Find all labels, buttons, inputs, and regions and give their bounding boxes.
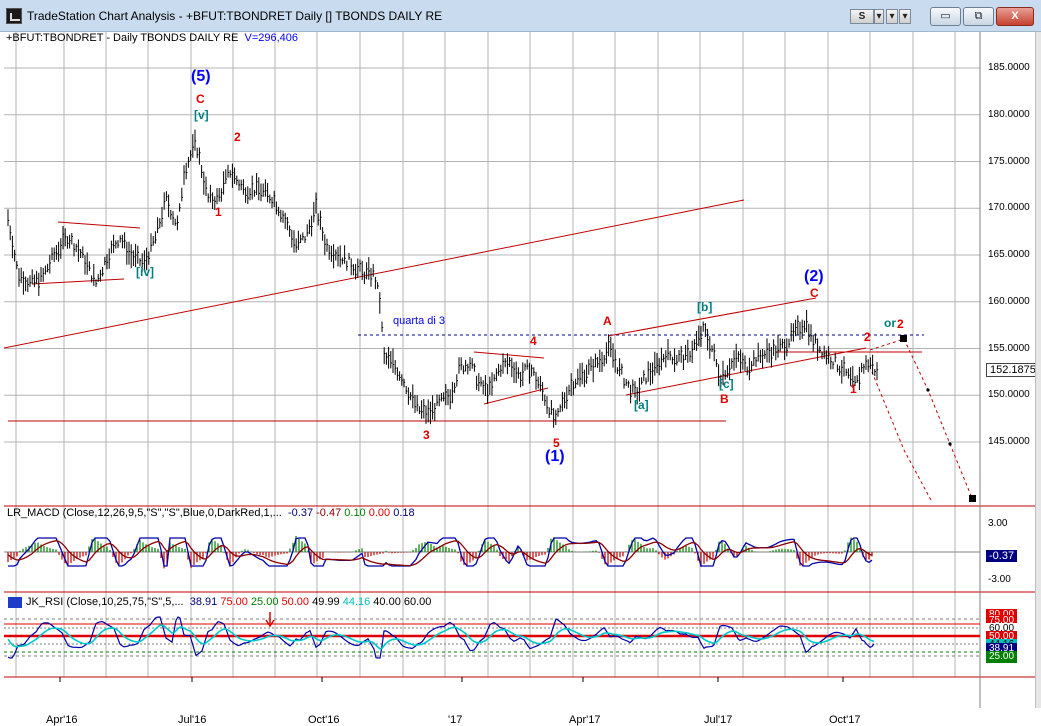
minimize-button[interactable]: ▭ <box>930 7 961 26</box>
price-panel-caption[interactable]: +BFUT:TBONDRET - Daily TBONDS DAILY RE V… <box>6 32 298 44</box>
vertical-scrollbar[interactable] <box>1035 32 1041 708</box>
triangle-upper-line-early[interactable] <box>57 221 141 229</box>
date-axis-label: Oct'17 <box>829 714 861 726</box>
date-axis-label: Oct'16 <box>308 714 340 726</box>
price-axis-tick: 160.0000 <box>988 295 1030 307</box>
rsi-indicator-swatch <box>8 597 22 608</box>
tradestation-app-icon <box>6 8 22 24</box>
indicator-value: 38.91 <box>189 596 221 608</box>
indicator-value: -0.37 <box>287 507 317 519</box>
chart-area[interactable]: +BFUT:TBONDRET - Daily TBONDS DAILY RE V… <box>4 32 1040 726</box>
price-axis-tick: 165.0000 <box>988 249 1030 260</box>
projection-path-lower[interactable] <box>871 371 933 503</box>
price-axis-tick: 155.0000 <box>988 342 1030 354</box>
macd-tick: -3.00 <box>988 574 1011 585</box>
wave-label[interactable]: [iv] <box>136 265 154 279</box>
date-axis-label: '17 <box>448 714 463 726</box>
date-axis-label: Jul'16 <box>178 714 207 726</box>
price-axis-tick: 175.0000 <box>988 155 1030 167</box>
macd-values: -0.37 -0.47 0.10 0.00 0.18 <box>288 507 415 519</box>
indicator-value: 40.00 <box>373 596 404 608</box>
projection-path-upper[interactable] <box>869 338 973 499</box>
indicator-value: 75.00 <box>220 596 251 608</box>
projection-marker-bottom[interactable] <box>969 495 976 502</box>
indicator-value: 44.16 <box>342 596 374 608</box>
indicator-value: 60.00 <box>403 596 432 608</box>
triangle-lower-line-early[interactable] <box>31 278 125 285</box>
rsi-values: 38.91 75.00 25.00 50.00 49.99 44.16 40.0… <box>190 596 432 608</box>
projection-dot <box>926 388 930 392</box>
rsi-panel-caption[interactable]: JK_RSI (Close,10,25,75,"S",5,... 38.91 7… <box>26 596 431 608</box>
wave-label[interactable]: A <box>603 314 612 328</box>
wave-label[interactable]: 1 <box>215 205 222 219</box>
window-titlebar[interactable]: TradeStation Chart Analysis - +BFUT:TBON… <box>0 0 1041 32</box>
wave-label[interactable]: [b] <box>697 300 712 314</box>
wave-label[interactable]: [a] <box>634 398 649 412</box>
channel-lower-line[interactable] <box>625 347 867 396</box>
price-axis-tick: 185.0000 <box>988 62 1030 73</box>
macd-tick: 3.00 <box>988 518 1008 529</box>
price-axis-tick: 145.0000 <box>988 436 1030 447</box>
long-term-trendline[interactable] <box>4 199 745 349</box>
rsi-name: JK_RSI (Close,10,25,75,"S",5,... <box>26 596 184 608</box>
date-axis-label: Apr'17 <box>569 714 601 726</box>
window-title: TradeStation Chart Analysis - +BFUT:TBON… <box>27 9 443 23</box>
rsi-value-badge: 25.00 <box>986 651 1018 663</box>
symbol-link-button[interactable]: S <box>850 9 874 24</box>
wave-label[interactable]: (5) <box>191 68 211 86</box>
symbol-caption: +BFUT:TBONDRET - Daily TBONDS DAILY RE <box>6 32 239 44</box>
wave-label[interactable]: 2 <box>864 330 871 344</box>
chart-options-dropdown-icon[interactable]: ▾ <box>886 9 898 24</box>
wave-label[interactable]: C <box>810 286 819 300</box>
macd-current-badge: -0.37 <box>986 550 1018 562</box>
quarta-di-3-annotation[interactable]: quarta di 3 <box>393 315 445 327</box>
wedge-upper-line[interactable] <box>473 351 545 359</box>
macd-name: LR_MACD (Close,12,26,9,5,"S","S",Blue,0,… <box>7 507 282 519</box>
wave-label[interactable]: [c] <box>719 377 734 391</box>
wave-label[interactable]: (2) <box>804 268 824 286</box>
wave-label[interactable]: B <box>720 392 729 406</box>
restore-button[interactable]: ⧉ <box>963 7 994 26</box>
price-axis-tick: 170.0000 <box>988 202 1030 214</box>
wave-label[interactable]: or <box>884 316 896 330</box>
indicator-value: -0.47 <box>316 507 345 519</box>
wave-label[interactable]: 4 <box>530 334 537 348</box>
wave-label[interactable]: 3 <box>423 428 430 442</box>
price-axis-tick: 150.0000 <box>988 389 1030 401</box>
date-axis-label: Apr'16 <box>46 714 78 726</box>
wave-label[interactable]: [v] <box>194 108 209 122</box>
volume-caption: V=296,406 <box>244 32 299 44</box>
indicator-value: 0.00 <box>368 507 394 519</box>
macd-panel-caption[interactable]: LR_MACD (Close,12,26,9,5,"S","S",Blue,0,… <box>7 507 415 519</box>
projection-marker-top[interactable] <box>900 335 907 342</box>
price-axis-tick: 180.0000 <box>988 108 1030 120</box>
indicator-value: 25.00 <box>250 596 282 608</box>
indicator-value: 50.00 <box>281 596 313 608</box>
indicator-value: 0.10 <box>344 507 369 519</box>
projection-dot <box>948 442 952 446</box>
date-axis-label: Jul'17 <box>704 714 733 726</box>
indicator-value: 0.18 <box>393 507 415 519</box>
chart-settings-dropdown-icon[interactable]: ▾ <box>899 9 911 24</box>
last-price-badge: 152.1875 <box>986 363 1040 377</box>
wave-label[interactable]: 1 <box>850 382 857 396</box>
wedge-lower-line[interactable] <box>483 387 549 405</box>
wave-label[interactable]: (1) <box>545 448 565 466</box>
wave-label[interactable]: C <box>196 92 205 106</box>
wave-label[interactable]: 2 <box>897 317 904 331</box>
close-button[interactable]: X <box>996 7 1034 26</box>
indicator-value: 49.99 <box>312 596 343 608</box>
wave-label[interactable]: 2 <box>234 130 241 144</box>
symbol-link-dropdown-icon[interactable]: ▾ <box>874 9 884 24</box>
